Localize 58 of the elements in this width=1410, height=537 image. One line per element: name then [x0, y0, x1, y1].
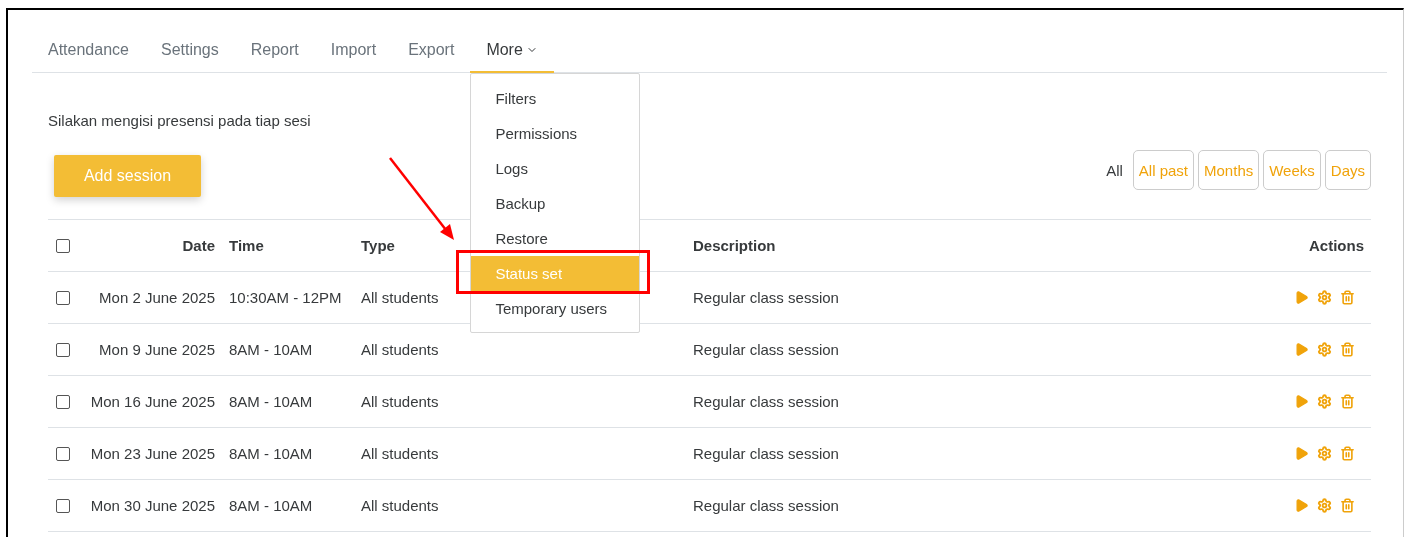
table-cell-text: Mon 9 June 2025 — [98, 341, 216, 358]
table-cell-text: Regular class session — [692, 393, 840, 410]
table-cell-text: Regular class session — [692, 341, 840, 358]
table-cell-text: Mon 23 June 2025 — [89, 445, 216, 462]
table-cell-text: All students — [360, 445, 440, 462]
menu-item[interactable]: Filters — [471, 81, 640, 116]
nav-tab[interactable]: Report — [234, 32, 315, 73]
settings-icon[interactable] — [1317, 446, 1332, 461]
trash-icon[interactable] — [1340, 498, 1355, 513]
trash-icon[interactable] — [1340, 290, 1355, 305]
table-cell-text: Mon 2 June 2025 — [98, 289, 216, 306]
table-cell-text: Mon 16 June 2025 — [89, 393, 216, 410]
menu-item[interactable]: Temporary users — [471, 291, 640, 326]
menu-item[interactable]: Restore — [471, 221, 640, 256]
nav-tab[interactable]: Import — [314, 32, 393, 73]
settings-icon[interactable] — [1317, 342, 1332, 357]
trash-icon[interactable] — [1340, 446, 1355, 461]
column-header: Date — [181, 237, 216, 254]
play-icon[interactable] — [1294, 446, 1309, 461]
table-cell-text: 8AM - 10AM — [228, 341, 314, 358]
table-cell-text: 10:30AM - 12PM — [228, 289, 343, 306]
menu-item[interactable]: Logs — [471, 151, 640, 186]
table-cell-text: All students — [360, 289, 440, 306]
menu-item[interactable]: Backup — [471, 186, 640, 221]
play-icon[interactable] — [1294, 342, 1309, 357]
checkbox[interactable] — [56, 394, 70, 409]
settings-icon[interactable] — [1317, 290, 1332, 305]
column-header: Time — [228, 237, 265, 254]
table-cell-text: 8AM - 10AM — [228, 497, 314, 514]
table-cell-text: 8AM - 10AM — [228, 393, 314, 410]
menu-item[interactable]: Permissions — [471, 116, 640, 151]
table-cell-text: Mon 30 June 2025 — [89, 497, 216, 514]
settings-icon[interactable] — [1317, 498, 1332, 513]
column-header: Actions — [1308, 237, 1365, 254]
checkbox[interactable] — [56, 238, 70, 253]
checkbox[interactable] — [56, 290, 70, 305]
checkbox[interactable] — [56, 498, 70, 513]
play-icon[interactable] — [1294, 498, 1309, 513]
trash-icon[interactable] — [1340, 394, 1355, 409]
nav-tab[interactable]: Attendance — [32, 32, 145, 73]
table-cell-text: Regular class session — [692, 445, 840, 462]
nav-tab[interactable]: Export — [392, 32, 471, 73]
checkbox[interactable] — [56, 342, 70, 357]
play-icon[interactable] — [1294, 394, 1309, 409]
settings-icon[interactable] — [1317, 394, 1332, 409]
trash-icon[interactable] — [1340, 342, 1355, 357]
column-header: Type — [360, 237, 396, 254]
play-icon[interactable] — [1294, 290, 1309, 305]
nav-tab[interactable]: Settings — [144, 32, 235, 73]
column-header: Description — [692, 237, 777, 254]
table-cell-text: 8AM - 10AM — [228, 445, 314, 462]
checkbox[interactable] — [56, 446, 70, 461]
intro-text: Silakan mengisi presensi pada tiap sesi — [48, 111, 312, 131]
table-cell-text: Regular class session — [692, 289, 840, 306]
table-cell-text: Regular class session — [692, 497, 840, 514]
table-cell-text: All students — [360, 497, 440, 514]
table-cell-text: All students — [360, 393, 440, 410]
table-cell-text: All students — [360, 341, 440, 358]
